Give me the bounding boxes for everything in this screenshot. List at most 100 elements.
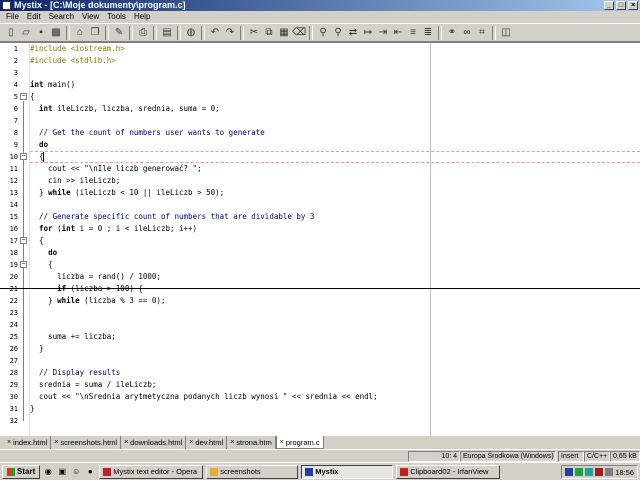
- fold-toggle-icon[interactable]: −: [20, 153, 27, 160]
- network-tray-icon[interactable]: [575, 468, 584, 476]
- minimize-button[interactable]: _: [604, 1, 614, 10]
- close-tab-icon[interactable]: ×: [189, 437, 193, 448]
- redo-icon[interactable]: ↷: [223, 26, 237, 40]
- code-line[interactable]: } while (liczba % 3 == 0);: [30, 295, 165, 307]
- find-in-files-icon[interactable]: ⚭: [445, 26, 459, 40]
- quicklaunch-desktop-icon[interactable]: ▣: [56, 466, 68, 478]
- tab-program-c[interactable]: × program.c: [275, 436, 324, 449]
- taskbar-button[interactable]: Mystix: [301, 464, 394, 479]
- tab-strona-htm[interactable]: × strona.htm: [227, 436, 276, 449]
- quicklaunch-opera-icon[interactable]: ●: [84, 466, 96, 478]
- code-line[interactable]: }: [30, 343, 44, 355]
- code-line[interactable]: cin >> ileLiczb;: [30, 175, 120, 187]
- copy-icon[interactable]: ⧉: [262, 26, 276, 40]
- code-line[interactable]: int main(): [30, 79, 75, 91]
- code-line[interactable]: {: [30, 91, 35, 103]
- code-line[interactable]: suma += liczba;: [30, 331, 116, 343]
- quicklaunch-ie-icon[interactable]: ◉: [42, 466, 54, 478]
- code-line[interactable]: srednia = suma / ileLiczb;: [30, 379, 156, 391]
- code-line[interactable]: do: [30, 139, 48, 151]
- fold-toggle-icon[interactable]: −: [20, 261, 27, 268]
- language-tray-icon[interactable]: [565, 468, 574, 476]
- start-button[interactable]: Start: [2, 464, 41, 479]
- maximize-button[interactable]: □: [616, 1, 626, 10]
- save-all-icon[interactable]: ▩: [49, 26, 63, 40]
- find-icon[interactable]: ⚲: [316, 26, 330, 40]
- code-line[interactable]: cout << "\nSrednia arytmetyczna podanych…: [30, 391, 378, 403]
- app-icon[interactable]: [2, 1, 11, 10]
- code-line[interactable]: {: [30, 259, 53, 271]
- binoculars-icon[interactable]: ∞: [460, 26, 474, 40]
- print-icon[interactable]: ⎙: [136, 26, 150, 40]
- copy-file-icon[interactable]: ❐: [88, 26, 102, 40]
- quicklaunch-media-icon[interactable]: ☺: [70, 466, 82, 478]
- line-number-gutter[interactable]: 1 2 3 4 5 6 7 8 9 10 11 12 13 14 15 16 17 18 19 20 21 22 23 24 2…: [0, 43, 30, 436]
- menu-search[interactable]: Search: [45, 11, 78, 22]
- code-line[interactable]: #include <stdlib.h>: [30, 55, 116, 67]
- replace-icon[interactable]: ⇄: [346, 26, 360, 40]
- indent-icon[interactable]: ⇥: [376, 26, 390, 40]
- tab-screenshots-html[interactable]: × screenshots.html: [51, 436, 122, 449]
- code-line[interactable]: do: [30, 247, 57, 259]
- clock[interactable]: 18:56: [615, 468, 634, 477]
- insert-mode-indicator[interactable]: Insert: [558, 451, 584, 462]
- taskbar-button[interactable]: screenshots: [206, 464, 299, 479]
- close-tab-icon[interactable]: ×: [280, 437, 284, 448]
- code-line[interactable]: {: [30, 235, 44, 247]
- code-line[interactable]: for (int i = 0 ; i < ileLiczb; i++): [30, 223, 197, 235]
- language-indicator[interactable]: C/C++: [584, 451, 610, 462]
- antivirus-tray-icon[interactable]: [595, 468, 604, 476]
- code-line[interactable]: {: [30, 151, 44, 163]
- menu-help[interactable]: Help: [130, 11, 154, 22]
- comment-icon[interactable]: ≡: [406, 26, 420, 40]
- menu-edit[interactable]: Edit: [23, 11, 45, 22]
- wand-icon[interactable]: ✎: [112, 26, 126, 40]
- tab-dev-html[interactable]: × dev.html: [186, 436, 228, 449]
- tag-icon[interactable]: ⌗: [475, 26, 489, 40]
- goto-icon[interactable]: ↦: [361, 26, 375, 40]
- fold-toggle-icon[interactable]: −: [20, 237, 27, 244]
- globe-icon[interactable]: ◍: [184, 26, 198, 40]
- code-line[interactable]: int ileLiczb, liczba, srednia, suma = 0;: [30, 103, 220, 115]
- paste-icon[interactable]: ▦: [277, 26, 291, 40]
- monitor-tray-icon[interactable]: [585, 468, 594, 476]
- volume-tray-icon[interactable]: [605, 468, 614, 476]
- encoding-indicator[interactable]: Europa Środkowa (Windows): [460, 451, 556, 462]
- close-tab-icon[interactable]: ×: [7, 437, 11, 448]
- tab-downloads-html[interactable]: × downloads.html: [121, 436, 187, 449]
- code-line[interactable]: if (liczba > 100) {: [30, 283, 143, 295]
- code-line[interactable]: // Generate specific count of numbers th…: [30, 211, 314, 223]
- save-icon[interactable]: ▪: [34, 26, 48, 40]
- code-line[interactable]: } while (ileLiczb < 10 || ileLiczb > 50)…: [30, 187, 224, 199]
- code-line[interactable]: // Get the count of numbers user wants t…: [30, 127, 265, 139]
- code-line[interactable]: // Display results: [30, 367, 120, 379]
- open-folder-icon[interactable]: ⌂: [73, 26, 87, 40]
- code-line[interactable]: cout << "\nIle liczb generować? ";: [30, 163, 202, 175]
- open-file-icon[interactable]: ▱: [19, 26, 33, 40]
- document-icon[interactable]: ▤: [160, 26, 174, 40]
- cut-icon[interactable]: ✂: [247, 26, 261, 40]
- code-line[interactable]: liczba = rand() / 1000;: [30, 271, 161, 283]
- taskbar-button[interactable]: Mystix text editor - Opera: [99, 464, 204, 479]
- find-next-icon[interactable]: ⚲: [331, 26, 345, 40]
- menu-tools[interactable]: Tools: [103, 11, 130, 22]
- close-tab-icon[interactable]: ×: [54, 437, 58, 448]
- menu-view[interactable]: View: [78, 11, 103, 22]
- code-line[interactable]: #include <iostream.h>: [30, 43, 125, 55]
- code-token: (liczba % 3 == 0);: [79, 296, 166, 305]
- uncomment-icon[interactable]: ≣: [421, 26, 435, 40]
- code-line[interactable]: }: [30, 403, 35, 415]
- undo-icon[interactable]: ↶: [208, 26, 222, 40]
- delete-icon[interactable]: ⌫: [292, 26, 306, 40]
- code-editor[interactable]: 1 2 3 4 5 6 7 8 9 10 11 12 13 14 15 16 17 18 19 20 21 22 23 24 2…: [0, 42, 640, 436]
- outdent-icon[interactable]: ⇤: [391, 26, 405, 40]
- menu-file[interactable]: File: [2, 11, 23, 22]
- new-file-icon[interactable]: ▯: [4, 26, 18, 40]
- close-button[interactable]: ×: [628, 1, 638, 10]
- taskbar-button[interactable]: Clipboard02 - IrfanView: [396, 464, 501, 479]
- close-tab-icon[interactable]: ×: [124, 437, 128, 448]
- close-tab-icon[interactable]: ×: [230, 437, 234, 448]
- window-icon[interactable]: ◫: [499, 26, 513, 40]
- tab-index-html[interactable]: × index.html: [4, 436, 52, 449]
- fold-toggle-icon[interactable]: −: [20, 93, 27, 100]
